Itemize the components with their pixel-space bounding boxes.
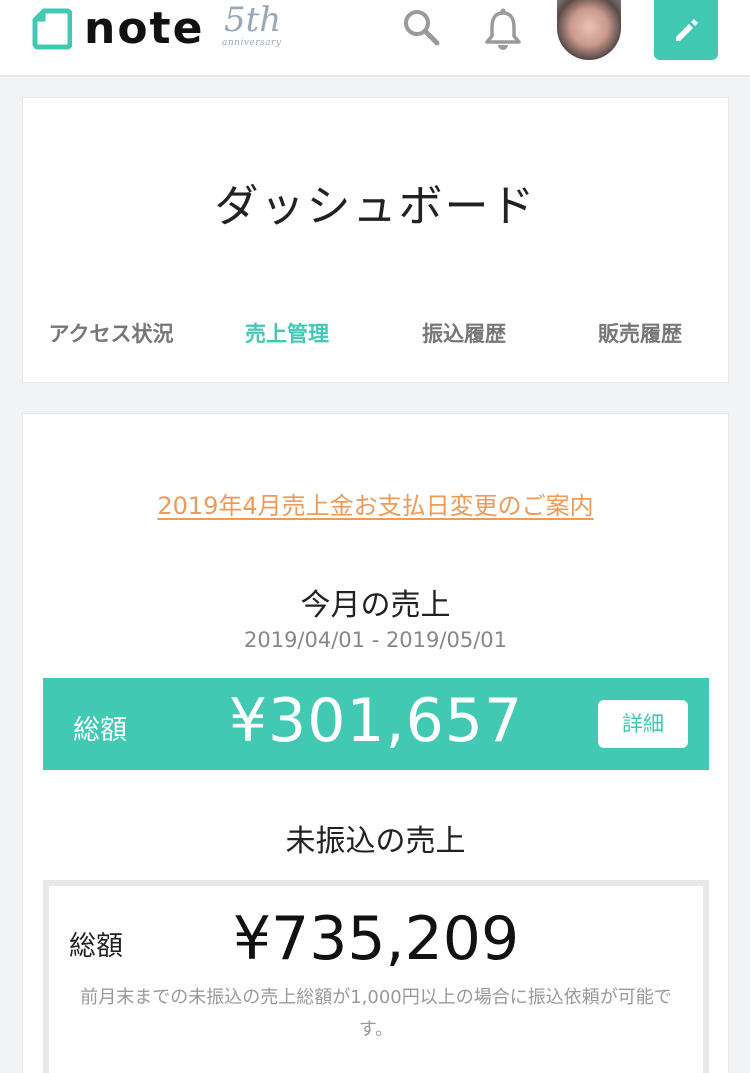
user-avatar[interactable] [557,0,621,60]
anniversary-sub: anniversary [222,38,282,48]
search-icon [404,10,440,46]
note-logo-icon [32,8,72,50]
tab-sales-history[interactable]: 販売履歴 [560,318,720,348]
unpaid-sales-title: 未振込の売上 [285,824,466,859]
tab-transfer-history[interactable]: 振込履歴 [384,318,544,348]
anniversary-badge: 5th anniversary [222,0,282,54]
pencil-icon [676,19,698,41]
this-month-sales-title: 今月の売上 [300,588,451,623]
sales-card: 2019年4月売上金お支払日変更のご案内 今月の売上 2019/04/01 - … [22,413,729,1073]
bell-icon [485,8,521,50]
monthly-total-bar: 総額 ¥301,657 詳細 [43,678,709,770]
logo-text: note [84,3,205,54]
dashboard-tabs: アクセス状況 売上管理 振込履歴 販売履歴 [23,318,728,358]
unpaid-total-box: 総額 ¥735,209 前月末までの未振込の売上総額が1,000円以上の場合に振… [43,880,709,1073]
search-button[interactable] [400,6,442,48]
compose-button[interactable] [654,0,718,60]
page-title: ダッシュボード [214,181,537,232]
notifications-button[interactable] [482,6,524,50]
dashboard-card: ダッシュボード アクセス状況 売上管理 振込履歴 販売履歴 [22,97,729,383]
unpaid-note: 前月末までの未振込の売上総額が1,000円以上の場合に振込依頼が可能です。 [80,987,672,1040]
tab-access[interactable]: アクセス状況 [31,318,191,348]
detail-button[interactable]: 詳細 [598,700,688,748]
note-logo[interactable]: note [32,6,204,52]
anniversary-number: 5th [224,0,282,40]
payment-date-notice-link[interactable]: 2019年4月売上金お支払日変更のご案内 [23,486,728,521]
top-header: note 5th anniversary [0,0,750,77]
sales-period: 2019/04/01 - 2019/05/01 [243,628,507,652]
tab-sales-management[interactable]: 売上管理 [207,318,367,348]
unpaid-total-amount: ¥735,209 [232,904,520,974]
